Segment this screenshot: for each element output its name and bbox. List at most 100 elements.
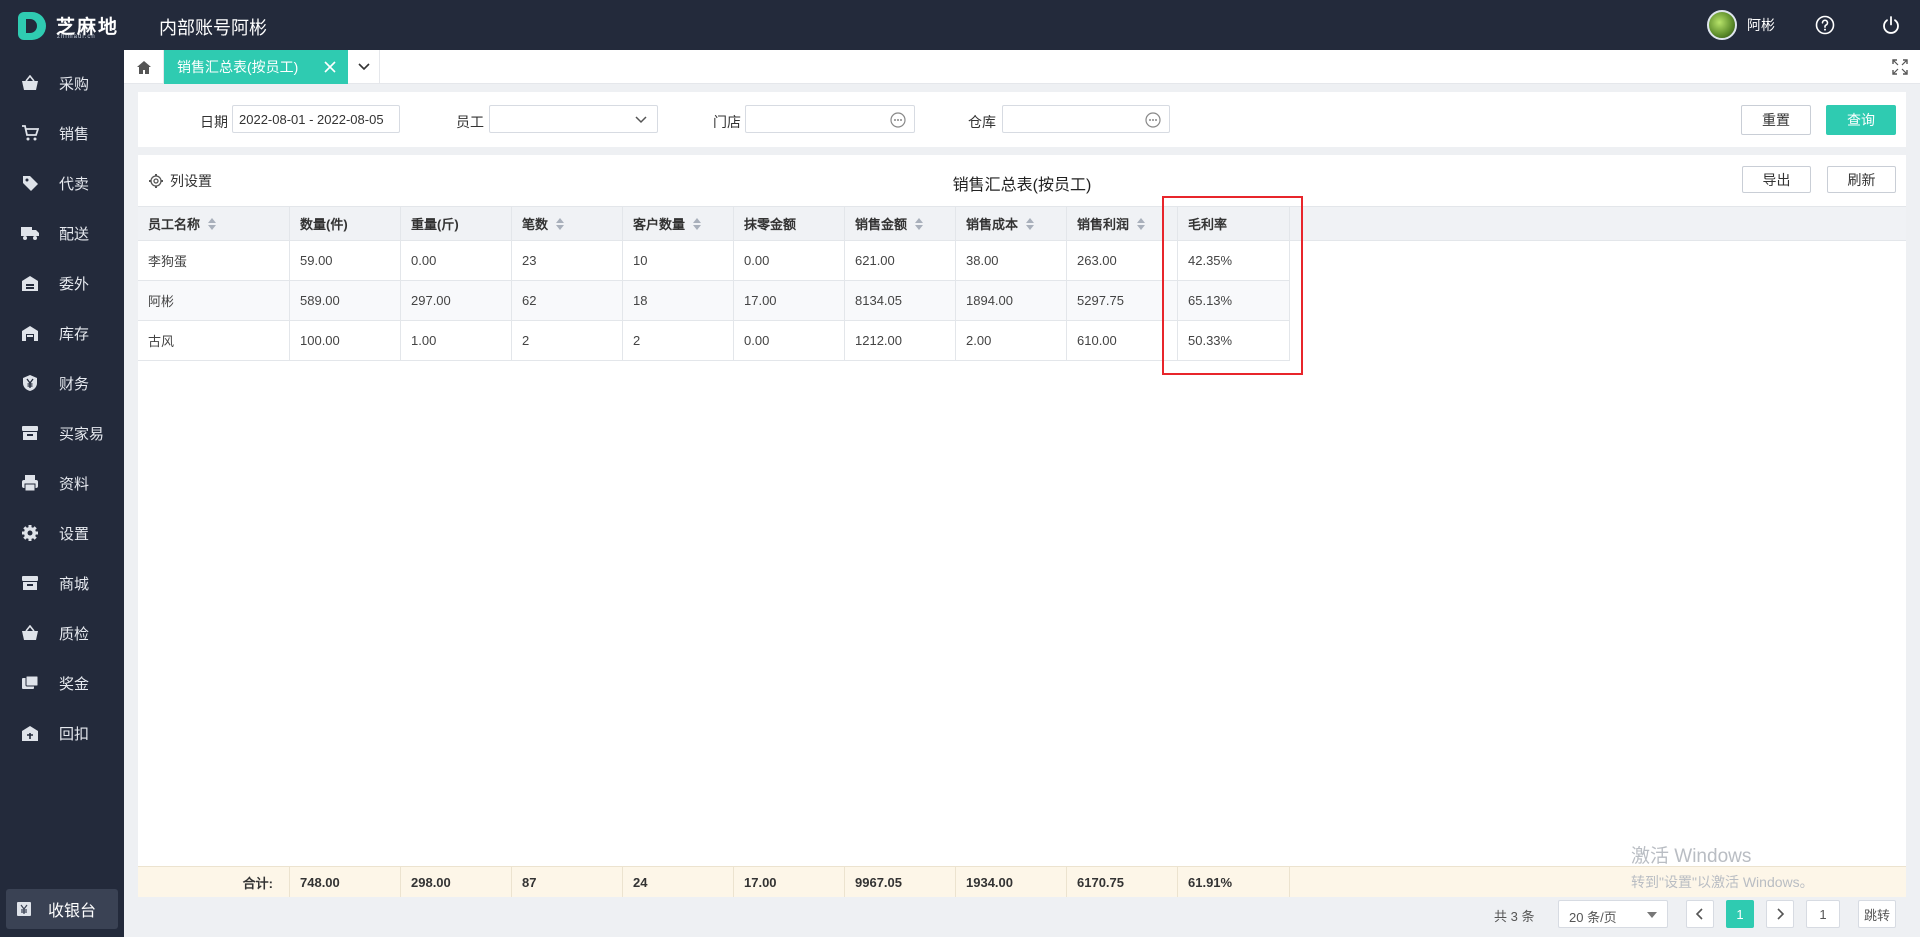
sort-icon[interactable] xyxy=(1137,217,1146,230)
column-header-label: 笔数 xyxy=(522,217,549,232)
sidebar-item-purchase[interactable]: 采购 xyxy=(0,58,124,108)
column-header-employee[interactable]: 员工名称 xyxy=(138,207,290,240)
sidebar-item-mall[interactable]: 商城 xyxy=(0,558,124,608)
cashier-icon xyxy=(16,901,32,920)
close-icon[interactable] xyxy=(322,59,338,75)
sidebar-item-bonus[interactable]: 奖金 xyxy=(0,658,124,708)
tab-sales-summary-by-employee[interactable]: 销售汇总表(按员工) xyxy=(164,50,348,84)
employee-select[interactable] xyxy=(489,105,658,133)
cashier-button[interactable]: 收银台 xyxy=(6,889,118,929)
table-row[interactable]: 李狗蛋 59.00 0.00 23 10 0.00 621.00 38.00 2… xyxy=(138,241,1290,281)
pagination-total: 共 3 条 xyxy=(1494,909,1535,924)
table-cell: 621.00 xyxy=(845,241,956,280)
export-button[interactable]: 导出 xyxy=(1742,166,1811,193)
filter-panel: 日期 2022-08-01 - 2022-08-05 员工 门店 仓库 重置 查… xyxy=(138,92,1906,147)
home-icon xyxy=(136,60,151,74)
sort-icon[interactable] xyxy=(1026,217,1035,230)
chevron-down-icon xyxy=(633,112,649,128)
sidebar-item-quality[interactable]: 质检 xyxy=(0,608,124,658)
sort-icon[interactable] xyxy=(915,217,924,230)
totals-label: 合计: xyxy=(138,867,290,897)
sidebar-item-sales[interactable]: 销售 xyxy=(0,108,124,158)
outsource-icon xyxy=(20,274,40,292)
avatar[interactable] xyxy=(1707,10,1737,40)
sort-icon[interactable] xyxy=(208,217,217,230)
column-header-label: 客户数量 xyxy=(633,217,686,232)
logo-mark-icon xyxy=(18,12,46,40)
store-input[interactable] xyxy=(745,105,915,133)
sidebar-item-inventory[interactable]: 库存 xyxy=(0,308,124,358)
page-size-select[interactable]: 20 条/页 xyxy=(1558,900,1668,928)
sidebar-item-data[interactable]: 资料 xyxy=(0,458,124,508)
table-cell: 17.00 xyxy=(734,281,845,320)
next-page-button[interactable] xyxy=(1766,900,1794,928)
date-label: 日期 xyxy=(200,114,228,130)
help-icon[interactable] xyxy=(1813,13,1837,37)
prev-page-button[interactable] xyxy=(1686,900,1714,928)
jump-button[interactable]: 跳转 xyxy=(1858,900,1896,928)
power-icon[interactable] xyxy=(1879,13,1903,37)
sidebar-item-delivery[interactable]: 配送 xyxy=(0,208,124,258)
totals-cell: 6170.75 xyxy=(1067,867,1178,897)
fullscreen-icon[interactable] xyxy=(1892,59,1908,75)
sidebar-item-label: 委外 xyxy=(59,275,90,293)
sidebar-item-label: 商城 xyxy=(59,575,90,593)
user-name[interactable]: 阿彬 xyxy=(1747,15,1775,35)
refresh-button[interactable]: 刷新 xyxy=(1827,166,1896,193)
column-header-sales-amount[interactable]: 销售金额 xyxy=(845,207,956,240)
logo-subtext: zhimadi.cn xyxy=(57,34,96,40)
table-row[interactable]: 古风 100.00 1.00 2 2 0.00 1212.00 2.00 610… xyxy=(138,321,1290,361)
table-row[interactable]: 阿彬 589.00 297.00 62 18 17.00 8134.05 189… xyxy=(138,281,1290,321)
totals-cell: 87 xyxy=(512,867,623,897)
column-header-sales-profit[interactable]: 销售利润 xyxy=(1067,207,1178,240)
tab-dropdown-button[interactable] xyxy=(348,50,380,84)
home-button[interactable] xyxy=(124,50,164,84)
page-button-current[interactable]: 1 xyxy=(1726,900,1754,928)
table-cell: 42.35% xyxy=(1178,241,1290,280)
sidebar-item-finance[interactable]: 财务 xyxy=(0,358,124,408)
table-cell: 2 xyxy=(623,321,734,360)
column-header-customers[interactable]: 客户数量 xyxy=(623,207,734,240)
sidebar-item-label: 代卖 xyxy=(59,175,90,193)
sidebar-item-label: 设置 xyxy=(59,525,90,543)
table-cell: 古风 xyxy=(138,321,290,360)
warehouse-input[interactable] xyxy=(1002,105,1170,133)
logo[interactable]: 芝麻地 zhimadi.cn xyxy=(18,10,128,42)
column-settings-button[interactable]: 列设置 xyxy=(148,171,212,191)
table-cell: 李狗蛋 xyxy=(138,241,290,280)
store-icon xyxy=(20,424,40,442)
sidebar-item-rebate[interactable]: 回扣 xyxy=(0,708,124,758)
basket-icon xyxy=(20,624,40,642)
query-button[interactable]: 查询 xyxy=(1826,105,1896,135)
table-cell: 8134.05 xyxy=(845,281,956,320)
column-header-sales-cost[interactable]: 销售成本 xyxy=(956,207,1067,240)
basket-icon xyxy=(20,74,40,92)
sort-icon[interactable] xyxy=(693,217,702,230)
report-panel: 列设置 销售汇总表(按员工) 导出 刷新 员工名称 数量(件) 重量(斤) 笔数… xyxy=(138,155,1906,897)
warehouse-label: 仓库 xyxy=(968,114,996,130)
table-cell: 59.00 xyxy=(290,241,401,280)
sidebar: 采购 销售 代卖 配送 委外 库存 财务 买家易 资料 设置 商城 质检 奖金 … xyxy=(0,50,124,937)
sidebar-item-outsource[interactable]: 委外 xyxy=(0,258,124,308)
column-header-count[interactable]: 笔数 xyxy=(512,207,623,240)
more-icon[interactable] xyxy=(890,112,906,128)
user-menu[interactable]: 阿彬 xyxy=(1707,10,1775,40)
date-range-input[interactable]: 2022-08-01 - 2022-08-05 xyxy=(232,105,400,133)
sidebar-item-consign[interactable]: 代卖 xyxy=(0,158,124,208)
sidebar-item-buyer[interactable]: 买家易 xyxy=(0,408,124,458)
top-bar: 芝麻地 zhimadi.cn 内部账号阿彬 阿彬 xyxy=(0,0,1920,50)
truck-icon xyxy=(20,224,40,242)
jump-page-input[interactable]: 1 xyxy=(1806,900,1840,928)
table-cell: 2 xyxy=(512,321,623,360)
column-header-quantity: 数量(件) xyxy=(290,207,401,240)
sidebar-item-settings[interactable]: 设置 xyxy=(0,508,124,558)
caret-down-icon xyxy=(1647,912,1657,918)
date-range-value: 2022-08-01 - 2022-08-05 xyxy=(239,112,384,127)
column-header-label: 销售利润 xyxy=(1077,217,1130,232)
more-icon[interactable] xyxy=(1145,112,1161,128)
totals-cell: 298.00 xyxy=(401,867,512,897)
sort-icon[interactable] xyxy=(556,217,565,230)
table-cell: 23 xyxy=(512,241,623,280)
table-cell: 263.00 xyxy=(1067,241,1178,280)
reset-button[interactable]: 重置 xyxy=(1741,105,1811,135)
